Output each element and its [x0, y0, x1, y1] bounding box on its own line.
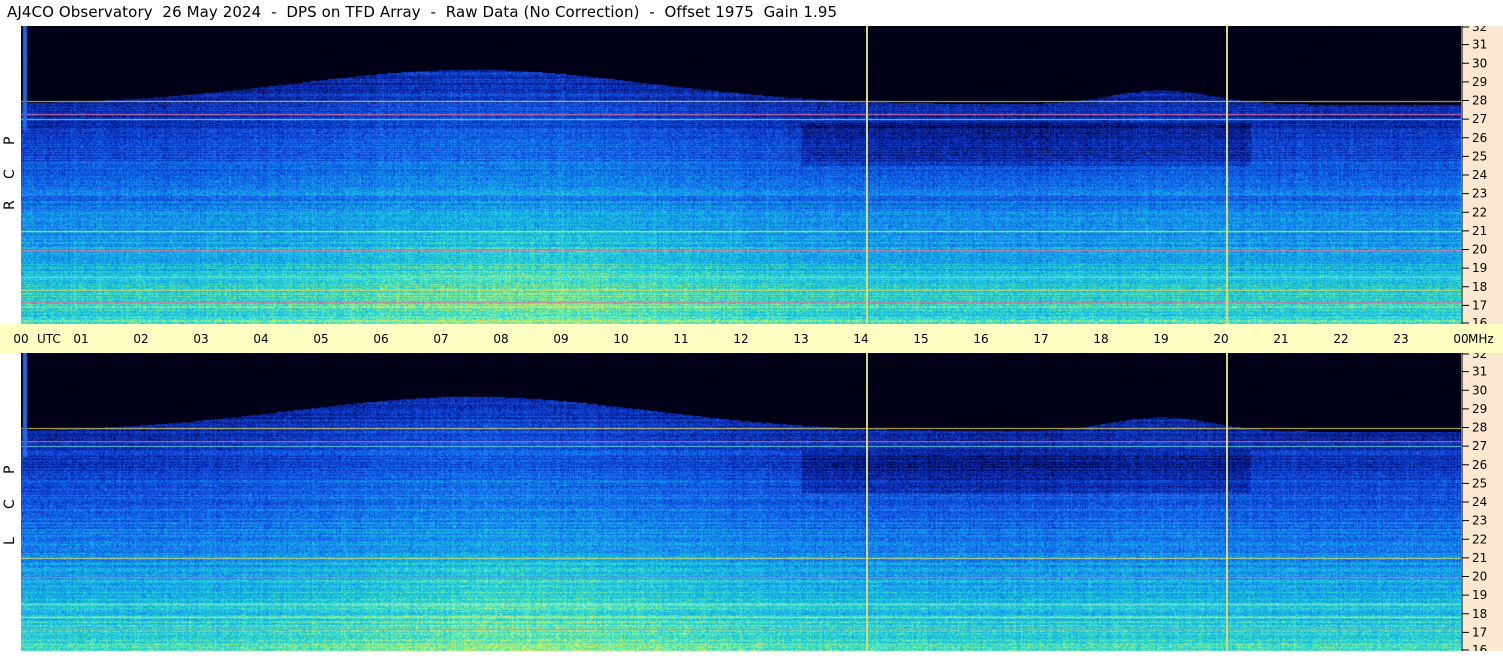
lcp-freq-tick-label: 23 [1472, 514, 1487, 528]
lcp-side-label: L C P [0, 353, 20, 651]
rcp-side-label: R C P [0, 26, 20, 324]
rcp-freq-tick-label: 32 [1472, 26, 1487, 34]
rcp-frequency-axis-svg: 16 17 18 19 20 21 22 23 24 25 26 27 28 29 30 31 32 [1461, 26, 1487, 324]
rcp-letter-1: R [2, 200, 18, 210]
time-tick-label: 11 [673, 332, 688, 346]
lcp-frequency-axis: 16 17 18 19 20 21 22 23 24 25 26 27 28 29 30 31 32 [1461, 353, 1503, 651]
rcp-freq-tick-label: 18 [1472, 280, 1487, 294]
lcp-freq-tick-label: 17 [1472, 625, 1487, 639]
lcp-freq-tick-label: 20 [1472, 570, 1487, 584]
rcp-freq-tick-label: 24 [1472, 168, 1487, 182]
lcp-freq-tick-label: 31 [1472, 365, 1487, 379]
chart-title: AJ4CO Observatory 26 May 2024 - DPS on T… [7, 3, 838, 21]
time-tick-label: 00 [13, 332, 28, 346]
time-tick-label: 08 [493, 332, 508, 346]
time-tick-label: 14 [853, 332, 868, 346]
lcp-freq-tick-label: 26 [1472, 458, 1487, 472]
rcp-letter-2: C [2, 169, 18, 179]
lcp-freq-tick-label: 27 [1472, 439, 1487, 453]
rcp-freq-tick-label: 30 [1472, 56, 1487, 70]
rcp-letter-3: P [2, 137, 18, 145]
lcp-frequency-axis-svg: 16 17 18 19 20 21 22 23 24 25 26 27 28 29 30 31 32 [1461, 353, 1487, 651]
rcp-freq-tick-label: 31 [1472, 38, 1487, 52]
time-tick-label: 20 [1213, 332, 1228, 346]
time-axis: 00 01 02 03 04 05 06 07 08 09 10 11 12 13 14 15 16 17 18 19… [0, 324, 1503, 353]
rcp-freq-tick-label: 26 [1472, 131, 1487, 145]
rcp-side-label-svg: R C P [2, 137, 18, 210]
lcp-letter-3: P [2, 466, 18, 474]
time-tick-label: 16 [973, 332, 988, 346]
time-tick-label: 18 [1093, 332, 1108, 346]
lcp-letter-2: C [2, 499, 18, 509]
time-axis-svg: 00 01 02 03 04 05 06 07 08 09 10 11 12 13 14 15 16 17 18 19… [13, 332, 1494, 346]
rcp-freq-tick-label: 16 [1472, 316, 1487, 324]
lcp-freq-tick-label: 32 [1472, 353, 1487, 361]
time-tick-label: 17 [1033, 332, 1048, 346]
rcp-freq-tick-label: 17 [1472, 298, 1487, 312]
time-tick-label: 21 [1273, 332, 1288, 346]
lcp-freq-tick-label: 24 [1472, 495, 1487, 509]
lcp-freq-tick-label: 16 [1472, 643, 1487, 651]
rcp-freq-tick-label: 20 [1472, 243, 1487, 257]
lcp-freq-tick-label: 25 [1472, 476, 1487, 490]
time-tick-label: 00 [1453, 332, 1468, 346]
time-tick-label: 01 [73, 332, 88, 346]
time-tick-label: 03 [193, 332, 208, 346]
rcp-marker-overlay [866, 26, 1228, 324]
time-tick-label: 07 [433, 332, 448, 346]
freq-unit-label: MHz [1468, 332, 1494, 346]
lcp-spectrogram [21, 353, 1461, 651]
time-tick-label: 19 [1153, 332, 1168, 346]
rcp-freq-tick-label: 19 [1472, 261, 1487, 275]
lcp-freq-tick-label: 18 [1472, 607, 1487, 621]
rcp-spectrogram [21, 26, 1461, 324]
lcp-freq-tick-label: 19 [1472, 588, 1487, 602]
lcp-letter-1: L [2, 537, 18, 545]
lcp-marker-overlay [866, 353, 1228, 651]
rcp-freq-tick-label: 25 [1472, 149, 1487, 163]
lcp-freq-tick-label: 22 [1472, 532, 1487, 546]
time-tick-label: 09 [553, 332, 568, 346]
time-tick-label: 23 [1393, 332, 1408, 346]
time-tick-label: 13 [793, 332, 808, 346]
lcp-freq-tick-label: 21 [1472, 551, 1487, 565]
rcp-freq-tick-label: 28 [1472, 94, 1487, 108]
time-tick-label: 15 [913, 332, 928, 346]
rcp-freq-tick-label: 21 [1472, 224, 1487, 238]
rcp-freq-tick-label: 29 [1472, 75, 1487, 89]
time-tick-label: 22 [1333, 332, 1348, 346]
rcp-freq-tick-label: 22 [1472, 205, 1487, 219]
rcp-freq-tick-label: 23 [1472, 187, 1487, 201]
time-tick-label: 12 [733, 332, 748, 346]
lcp-freq-tick-label: 30 [1472, 383, 1487, 397]
time-tick-label: 05 [313, 332, 328, 346]
time-tick-label: 02 [133, 332, 148, 346]
time-unit-label: UTC [37, 332, 61, 346]
time-tick-label: 04 [253, 332, 268, 346]
lcp-side-label-svg: L C P [2, 466, 18, 545]
rcp-freq-tick-label: 27 [1472, 112, 1487, 126]
lcp-freq-tick-label: 28 [1472, 421, 1487, 435]
time-tick-label: 10 [613, 332, 628, 346]
time-tick-label: 06 [373, 332, 388, 346]
lcp-freq-tick-label: 29 [1472, 402, 1487, 416]
rcp-frequency-axis: 16 17 18 19 20 21 22 23 24 25 26 27 28 29 30 31 32 [1461, 26, 1503, 324]
